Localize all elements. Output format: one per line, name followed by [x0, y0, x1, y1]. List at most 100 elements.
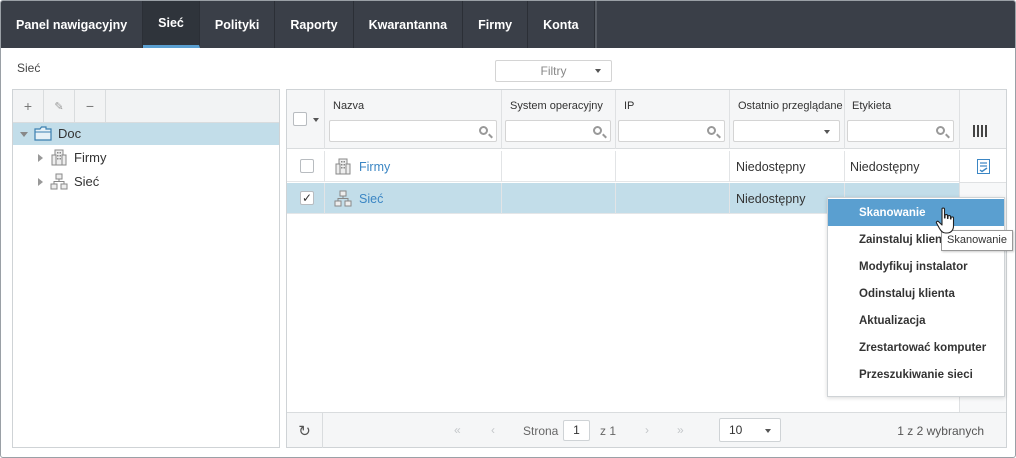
column-title-last-seen[interactable]: Ostatnio przeglądane	[738, 100, 844, 112]
app-window: Panel nawigacyjny Sieć Polityki Raporty …	[0, 0, 1016, 458]
select-all-checkbox[interactable]	[293, 112, 307, 126]
expand-arrow-icon[interactable]	[38, 178, 43, 186]
search-icon	[479, 126, 488, 135]
menu-item-modyfikuj-instalator[interactable]: Modyfikuj instalator	[828, 253, 1004, 280]
remove-group-button[interactable]: −	[75, 90, 106, 122]
hand-cursor-icon	[935, 207, 955, 234]
ip-filter-input[interactable]	[618, 120, 725, 142]
cell-divider	[501, 183, 502, 214]
tab-raporty[interactable]: Raporty	[275, 1, 354, 48]
network-icon	[50, 173, 68, 190]
nav-divider	[594, 1, 597, 48]
cell-divider	[729, 151, 730, 182]
columns-icon[interactable]	[973, 125, 987, 137]
cell-divider	[615, 151, 616, 182]
search-icon	[936, 126, 945, 135]
building-icon	[335, 158, 351, 175]
chevron-down-icon[interactable]	[313, 118, 319, 122]
row-checkbox[interactable]: ✓	[300, 191, 314, 205]
column-divider	[615, 90, 616, 149]
plus-icon: +	[23, 98, 33, 114]
cell-divider	[844, 151, 845, 182]
tab-konta[interactable]: Konta	[528, 1, 595, 48]
tree-node-siec[interactable]: Sieć	[13, 171, 279, 193]
cell-divider	[324, 183, 325, 214]
row-last-seen: Niedostępny	[736, 159, 806, 174]
label-filter-input[interactable]	[847, 120, 954, 142]
pencil-icon: ✎	[54, 100, 64, 113]
menu-item-przeszukiwanie-sieci[interactable]: Przeszukiwanie sieci	[828, 361, 1004, 388]
row-label: Niedostępny	[850, 159, 920, 174]
top-navigation: Panel nawigacyjny Sieć Polityki Raporty …	[1, 1, 1015, 48]
search-icon	[707, 126, 716, 135]
previous-page-icon[interactable]: ‹	[491, 423, 495, 437]
tab-kwarantanna[interactable]: Kwarantanna	[354, 1, 464, 48]
column-divider	[959, 90, 960, 149]
tasks-context-menu: Skanowanie Zainstaluj klienta Modyfikuj …	[827, 197, 1005, 397]
tree-panel: + ✎ − Doc Firmy Sieć	[12, 89, 280, 448]
chevron-down-icon	[824, 130, 830, 134]
tree-node-label: Sieć	[74, 174, 100, 189]
tab-firmy[interactable]: Firmy	[463, 1, 529, 48]
expand-arrow-icon[interactable]	[38, 154, 43, 162]
tree-toolbar: + ✎ −	[13, 90, 279, 123]
cell-divider	[324, 151, 325, 182]
menu-item-odinstaluj-klienta[interactable]: Odinstaluj klienta	[828, 280, 1004, 307]
grid-footer: ↻ « ‹ Strona 1 z 1 › » 10 1 z 2 wybranyc…	[287, 412, 1006, 448]
cell-divider	[501, 151, 502, 182]
column-divider	[324, 90, 325, 149]
menu-item-skanowanie[interactable]: Skanowanie	[828, 199, 1004, 226]
refresh-icon: ↻	[298, 422, 311, 440]
column-title-name[interactable]: Nazva	[333, 100, 493, 112]
breadcrumb: Sieć	[17, 61, 41, 75]
menu-item-aktualizacja[interactable]: Aktualizacja	[828, 307, 1004, 334]
tree-node-doc[interactable]: Doc	[13, 123, 279, 145]
first-page-icon[interactable]: «	[454, 423, 461, 437]
tab-siec[interactable]: Sieć	[143, 1, 200, 48]
page-label: Strona	[523, 424, 559, 438]
row-name-link[interactable]: Sieć	[359, 183, 383, 214]
cell-divider	[615, 183, 616, 214]
last-seen-filter-select[interactable]	[733, 120, 840, 142]
task-list-icon	[976, 158, 990, 174]
refresh-button[interactable]: ↻	[287, 413, 323, 448]
column-title-os[interactable]: System operacyjny	[510, 100, 614, 112]
menu-item-zrestartowac-komputer[interactable]: Zrestartować komputer	[828, 334, 1004, 361]
column-divider	[501, 90, 502, 149]
cell-divider	[729, 183, 730, 214]
os-filter-input[interactable]	[505, 120, 611, 142]
filters-label: Filtry	[540, 64, 567, 78]
page-count: z 1	[600, 424, 617, 438]
filters-dropdown[interactable]: Filtry	[495, 60, 612, 82]
tree-node-label: Firmy	[74, 150, 107, 165]
folder-icon	[34, 126, 52, 141]
last-page-icon[interactable]: »	[677, 423, 684, 437]
row-checkbox[interactable]	[300, 159, 314, 173]
add-group-button[interactable]: +	[13, 90, 44, 122]
tasks-button[interactable]	[960, 150, 1006, 183]
building-icon	[51, 149, 67, 166]
chevron-down-icon	[765, 429, 771, 433]
edit-group-button[interactable]: ✎	[44, 90, 75, 122]
row-last-seen: Niedostępny	[736, 191, 806, 206]
page-size-select[interactable]: 10	[719, 418, 781, 442]
column-divider	[844, 90, 845, 149]
grid-header: Nazva System operacyjny IP Ostatnio prze…	[287, 90, 1006, 149]
page-number-input[interactable]: 1	[563, 420, 590, 441]
page-size-value: 10	[729, 423, 743, 437]
column-title-label[interactable]: Etykieta	[852, 100, 952, 112]
search-icon	[593, 126, 602, 135]
next-page-icon[interactable]: ›	[645, 423, 649, 437]
row-name-link[interactable]: Firmy	[359, 151, 390, 182]
table-row[interactable]: Firmy Niedostępny Niedostępny	[287, 151, 959, 182]
tab-polityki[interactable]: Polityki	[200, 1, 276, 48]
tree-node-firmy[interactable]: Firmy	[13, 147, 279, 169]
tab-panel-nawigacyjny[interactable]: Panel nawigacyjny	[1, 1, 144, 48]
chevron-down-icon	[595, 69, 601, 73]
name-filter-input[interactable]	[329, 120, 497, 142]
column-title-ip[interactable]: IP	[624, 100, 724, 112]
tree-node-label: Doc	[58, 126, 82, 141]
network-icon	[334, 190, 352, 207]
expand-arrow-icon[interactable]	[20, 132, 28, 137]
column-divider	[729, 90, 730, 149]
